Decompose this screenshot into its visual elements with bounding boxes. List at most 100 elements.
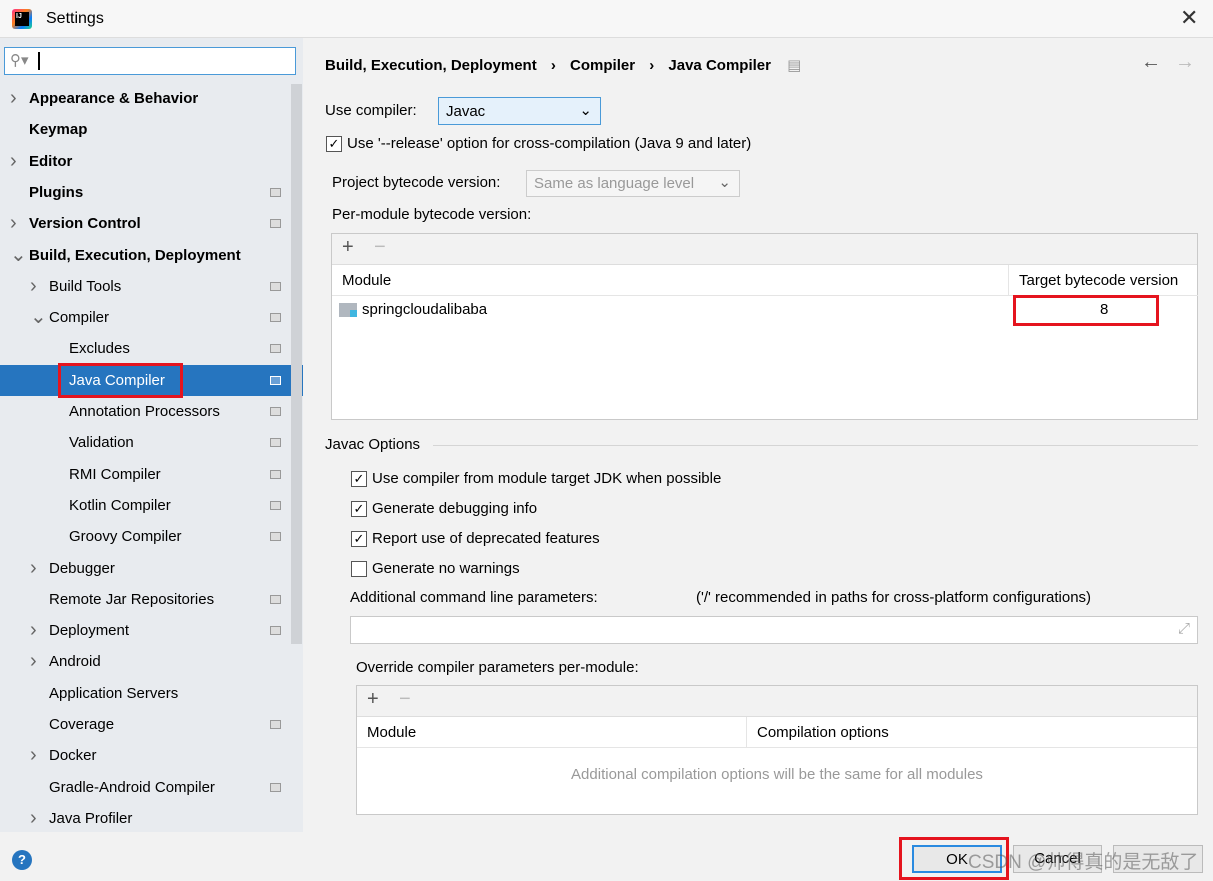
sidebar-item-label: Coverage <box>49 716 115 733</box>
project-settings-icon <box>270 469 281 479</box>
search-icon: ⚲▾ <box>10 52 29 69</box>
compiler-value: Javac <box>446 103 486 120</box>
sidebar-item-label: Android <box>49 653 101 671</box>
remove-icon[interactable]: − <box>374 236 386 259</box>
sidebar-item-label: Java Profiler <box>49 809 133 827</box>
sidebar-item-label: Appearance & Behavior <box>29 90 199 107</box>
sidebar-item-build-tools[interactable]: › Build Tools <box>0 271 290 302</box>
use-compiler-label: Use compiler: <box>325 102 417 119</box>
sidebar-item-annotation-processors[interactable]: Annotation Processors <box>0 396 290 427</box>
params-input[interactable]: ⤢ <box>350 616 1198 644</box>
compiler-select[interactable]: Javac ⌄ <box>438 97 601 125</box>
help-icon[interactable]: ? <box>12 850 32 870</box>
chevron-right-icon[interactable]: › <box>30 271 37 302</box>
sidebar-item-label: Plugins <box>29 183 84 201</box>
chevron-right-icon[interactable]: › <box>30 615 37 646</box>
sidebar-item-label: Keymap <box>29 121 88 139</box>
chevron-right-icon: › <box>649 57 655 74</box>
chevron-down-icon: ⌄ <box>579 102 592 119</box>
column-header-module[interactable]: Module <box>357 717 746 748</box>
add-icon[interactable]: + <box>367 688 379 711</box>
sidebar-item-coverage[interactable]: Coverage <box>0 709 290 740</box>
chevron-right-icon[interactable]: › <box>30 803 37 834</box>
sidebar-item-editor[interactable]: › Editor <box>0 146 290 177</box>
sidebar-item-build-execution-deployment[interactable]: ⌄ Build, Execution, Deployment <box>0 240 290 271</box>
option-checkbox[interactable]: ✓ <box>351 531 367 547</box>
project-settings-icon <box>270 438 281 448</box>
sidebar-item-label: Application Servers <box>49 684 179 702</box>
chevron-down-icon[interactable]: ⌄ <box>30 302 47 333</box>
option-checkbox[interactable]: ✓ <box>351 501 367 517</box>
option-label: Use compiler from module target JDK when… <box>372 470 722 487</box>
chevron-right-icon[interactable]: › <box>30 740 37 771</box>
expand-icon[interactable]: ⤢ <box>1178 620 1190 637</box>
sidebar-item-plugins[interactable]: Plugins <box>0 177 290 208</box>
params-hint: ('/' recommended in paths for cross-plat… <box>696 589 1092 606</box>
sidebar-item-label: Gradle-Android Compiler <box>49 778 215 796</box>
sidebar-item-debugger[interactable]: › Debugger <box>0 553 290 584</box>
add-icon[interactable]: + <box>342 236 354 259</box>
sidebar-item-label: RMI Compiler <box>69 465 161 483</box>
chevron-right-icon[interactable]: › <box>30 553 37 584</box>
forward-arrow-icon[interactable]: → <box>1175 51 1195 74</box>
sidebar-item-deployment[interactable]: › Deployment <box>0 615 290 646</box>
column-header-options[interactable]: Compilation options <box>746 717 1197 748</box>
sidebar-item-application-servers[interactable]: Application Servers <box>0 678 290 709</box>
app-logo-icon: IJ <box>12 9 32 29</box>
column-header-module[interactable]: Module <box>332 265 1008 296</box>
highlight-box <box>58 363 183 398</box>
sidebar-item-android[interactable]: › Android <box>0 646 290 677</box>
bytecode-value: Same as language level <box>534 175 695 192</box>
option-checkbox[interactable] <box>351 561 367 577</box>
sidebar-scrollbar[interactable] <box>291 84 302 644</box>
table-toolbar: + − <box>332 234 1197 265</box>
breadcrumb-item: Compiler <box>570 57 636 74</box>
sidebar-item-excludes[interactable]: Excludes <box>0 333 290 364</box>
sidebar-item-label: Version Control <box>29 215 141 233</box>
chevron-right-icon: › <box>550 57 556 74</box>
release-checkbox[interactable]: ✓ <box>326 136 342 152</box>
sidebar-item-java-profiler[interactable]: › Java Profiler <box>0 803 290 834</box>
highlight-box <box>1013 295 1159 326</box>
project-settings-icon <box>270 375 281 385</box>
sidebar-item-label: Docker <box>49 747 97 765</box>
option-checkbox[interactable]: ✓ <box>351 471 367 487</box>
sidebar-item-keymap[interactable]: Keymap <box>0 114 290 145</box>
sidebar-item-groovy-compiler[interactable]: Groovy Compiler <box>0 521 290 552</box>
chevron-right-icon[interactable]: › <box>30 646 37 677</box>
chevron-right-icon[interactable]: › <box>10 146 17 177</box>
sidebar-item-kotlin-compiler[interactable]: Kotlin Compiler <box>0 490 290 521</box>
sidebar-item-rmi-compiler[interactable]: RMI Compiler <box>0 459 290 490</box>
sidebar-item-compiler[interactable]: ⌄ Compiler <box>0 302 290 333</box>
remove-icon[interactable]: − <box>399 688 411 711</box>
sidebar-item-docker[interactable]: › Docker <box>0 740 290 771</box>
column-header-target[interactable]: Target bytecode version <box>1008 265 1198 296</box>
chevron-down-icon: ⌄ <box>718 174 731 191</box>
project-settings-icon <box>270 407 281 416</box>
breadcrumb-item: Build, Execution, Deployment <box>325 57 537 74</box>
back-arrow-icon[interactable]: ← <box>1141 51 1161 74</box>
close-icon[interactable]: ✕ <box>1180 5 1198 31</box>
sidebar-item-validation[interactable]: Validation <box>0 427 290 458</box>
bytecode-select[interactable]: Same as language level ⌄ <box>526 170 740 197</box>
project-settings-icon <box>270 313 281 323</box>
breadcrumb-item: Java Compiler <box>668 57 771 74</box>
sidebar-item-label: Build, Execution, Deployment <box>29 246 241 264</box>
page-icon: ▤ <box>787 57 802 74</box>
option-label: Generate no warnings <box>372 560 520 577</box>
chevron-down-icon[interactable]: ⌄ <box>10 240 27 271</box>
sidebar-item-label: Debugger <box>49 559 115 577</box>
sidebar-item-remote-jar-repositories[interactable]: Remote Jar Repositories <box>0 584 290 615</box>
sidebar-item-version-control[interactable]: › Version Control <box>0 208 290 239</box>
sidebar-item-gradle-android-compiler[interactable]: Gradle-Android Compiler <box>0 772 290 803</box>
sidebar-item-appearance-behavior[interactable]: › Appearance & Behavior <box>0 83 290 114</box>
sidebar-item-label: Compiler <box>49 309 110 327</box>
sidebar-item-label: Remote Jar Repositories <box>49 590 215 608</box>
module-folder-icon <box>339 303 357 317</box>
project-settings-icon <box>270 500 281 510</box>
search-input[interactable]: ⚲▾ <box>4 47 296 75</box>
chevron-right-icon[interactable]: › <box>10 208 17 239</box>
chevron-right-icon[interactable]: › <box>10 83 17 114</box>
breadcrumb: Build, Execution, Deployment › Compiler … <box>325 56 801 74</box>
project-settings-icon <box>270 626 281 636</box>
